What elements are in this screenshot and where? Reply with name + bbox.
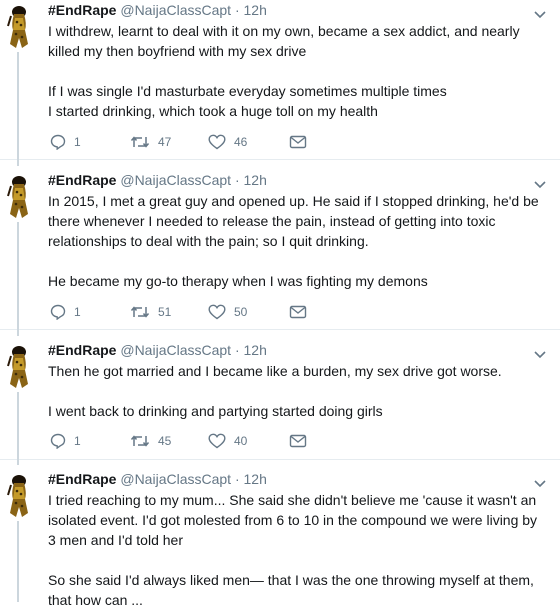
retweet-button[interactable]: 45 xyxy=(130,432,171,450)
display-name[interactable]: #EndRape xyxy=(48,172,116,188)
tweet-paragraph: I tried reaching to my mum... She said s… xyxy=(48,492,538,548)
reply-button[interactable]: 1 xyxy=(50,133,81,151)
timestamp[interactable]: 12h xyxy=(244,172,267,188)
chevron-down-icon[interactable] xyxy=(534,176,546,189)
direct-message-button[interactable] xyxy=(289,432,307,450)
tweet-paragraph: If I was single I'd masturbate everyday … xyxy=(48,83,447,119)
separator-dot: · xyxy=(234,471,240,487)
avatar[interactable] xyxy=(6,473,32,519)
thread-connector xyxy=(17,330,19,336)
direct-message-button[interactable] xyxy=(289,133,307,151)
user-handle[interactable]: @NaijaClassCapt xyxy=(120,342,231,358)
display-name[interactable]: #EndRape xyxy=(48,2,116,18)
like-button[interactable]: 40 xyxy=(208,432,247,450)
direct-message-button[interactable] xyxy=(289,303,307,321)
heart-icon xyxy=(208,134,226,150)
tweet[interactable]: #EndRape @NaijaClassCapt · 12h I tried r… xyxy=(0,460,560,608)
tweet-text: I tried reaching to my mum... She said s… xyxy=(48,490,548,610)
tweet-header: #EndRape @NaijaClassCapt · 12h xyxy=(48,1,267,19)
like-count: 40 xyxy=(234,434,248,448)
tweet-header: #EndRape @NaijaClassCapt · 12h xyxy=(48,470,267,488)
display-name[interactable]: #EndRape xyxy=(48,471,116,487)
reply-button[interactable]: 1 xyxy=(50,303,81,321)
tweet[interactable]: #EndRape @NaijaClassCapt · 12h Then he g… xyxy=(0,330,560,460)
envelope-icon xyxy=(289,434,307,448)
thread-connector xyxy=(17,392,19,460)
like-button[interactable]: 50 xyxy=(208,303,247,321)
retweet-icon xyxy=(130,304,150,320)
retweet-count: 47 xyxy=(158,135,172,149)
envelope-icon xyxy=(289,305,307,319)
thread-connector xyxy=(17,52,19,160)
tweet-paragraph: Then he got married and I became like a … xyxy=(48,363,502,379)
thread-connector xyxy=(17,222,19,330)
tweet-text: Then he got married and I became like a … xyxy=(48,361,548,421)
separator-dot: · xyxy=(234,2,240,18)
retweet-icon xyxy=(130,134,150,150)
thread-connector xyxy=(17,460,19,465)
tweet-header: #EndRape @NaijaClassCapt · 12h xyxy=(48,341,267,359)
tweet[interactable]: #EndRape @NaijaClassCapt · 12h I withdre… xyxy=(0,0,560,160)
reply-count: 1 xyxy=(74,434,81,448)
tweet-paragraph: I withdrew, learnt to deal with it on my… xyxy=(48,23,520,59)
retweet-icon xyxy=(130,433,150,449)
tweet-paragraph: He became my go-to therapy when I was fi… xyxy=(48,273,428,289)
avatar[interactable] xyxy=(6,344,32,390)
avatar[interactable] xyxy=(6,174,32,220)
thread-connector xyxy=(17,521,19,602)
reply-icon xyxy=(50,304,66,320)
separator-dot: · xyxy=(234,172,240,188)
reply-icon xyxy=(50,134,66,150)
reply-button[interactable]: 1 xyxy=(50,432,81,450)
reply-count: 1 xyxy=(74,135,81,149)
reply-count: 1 xyxy=(74,305,81,319)
heart-icon xyxy=(208,304,226,320)
chevron-down-icon[interactable] xyxy=(534,6,546,19)
like-count: 46 xyxy=(234,135,248,149)
user-handle[interactable]: @NaijaClassCapt xyxy=(120,471,231,487)
heart-icon xyxy=(208,433,226,449)
tweet-text: I withdrew, learnt to deal with it on my… xyxy=(48,21,548,121)
tweet-text: In 2015, I met a great guy and opened up… xyxy=(48,191,548,291)
retweet-button[interactable]: 47 xyxy=(130,133,171,151)
separator-dot: · xyxy=(234,342,240,358)
tweet-header: #EndRape @NaijaClassCapt · 12h xyxy=(48,171,267,189)
timestamp[interactable]: 12h xyxy=(244,471,267,487)
timestamp[interactable]: 12h xyxy=(244,342,267,358)
chevron-down-icon[interactable] xyxy=(534,346,546,359)
thread-connector xyxy=(17,160,19,166)
tweet-paragraph: In 2015, I met a great guy and opened up… xyxy=(48,193,539,249)
avatar[interactable] xyxy=(6,4,32,50)
retweet-button[interactable]: 51 xyxy=(130,303,171,321)
like-count: 50 xyxy=(234,305,248,319)
envelope-icon xyxy=(289,135,307,149)
retweet-count: 51 xyxy=(158,305,172,319)
display-name[interactable]: #EndRape xyxy=(48,342,116,358)
user-handle[interactable]: @NaijaClassCapt xyxy=(120,172,231,188)
reply-icon xyxy=(50,433,66,449)
user-handle[interactable]: @NaijaClassCapt xyxy=(120,2,231,18)
timestamp[interactable]: 12h xyxy=(244,2,267,18)
tweet-paragraph: I went back to drinking and partying sta… xyxy=(48,403,383,419)
like-button[interactable]: 46 xyxy=(208,133,247,151)
chevron-down-icon[interactable] xyxy=(534,475,546,488)
tweet-thread: #EndRape @NaijaClassCapt · 12h I withdre… xyxy=(0,0,560,608)
retweet-count: 45 xyxy=(158,434,172,448)
tweet-paragraph: So she said I'd always liked men— that I… xyxy=(48,572,534,608)
tweet[interactable]: #EndRape @NaijaClassCapt · 12h In 2015, … xyxy=(0,160,560,330)
